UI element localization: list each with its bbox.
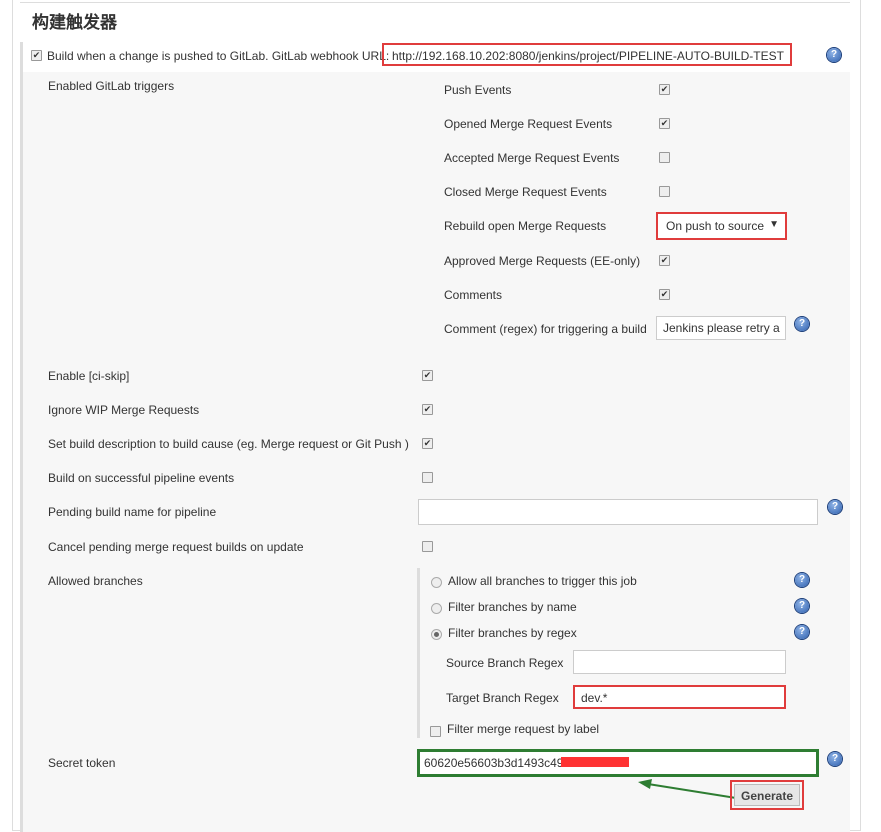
trigger-label: Rebuild open Merge Requests	[444, 219, 607, 233]
divider	[20, 0, 850, 3]
allowed-branches-label: Allowed branches	[48, 574, 143, 588]
generate-button[interactable]: Generate	[734, 784, 800, 806]
help-icon[interactable]: ?	[827, 48, 841, 62]
target-branch-regex-input[interactable]: dev.*	[573, 685, 786, 709]
trigger-checkbox[interactable]: ✔	[659, 289, 670, 300]
target-regex-label: Target Branch Regex	[446, 691, 559, 705]
trigger-label: Comments	[444, 288, 503, 302]
option-label: Set build description to build cause (eg…	[48, 437, 409, 451]
option-label: Pending build name for pipeline	[48, 505, 217, 519]
trigger-label: Accepted Merge Request Events	[444, 151, 620, 165]
trigger-checkbox[interactable]: ✔	[659, 84, 670, 95]
option-checkbox[interactable]: ✔	[422, 404, 433, 415]
option-checkbox[interactable]: ✔	[422, 370, 433, 381]
select-value: On push to source	[666, 219, 765, 233]
help-icon[interactable]: ?	[828, 500, 842, 514]
option-label: Cancel pending merge request builds on u…	[48, 540, 304, 554]
trigger-checkbox[interactable]: ✔	[659, 118, 670, 129]
trigger-label: Closed Merge Request Events	[444, 185, 607, 199]
source-regex-label: Source Branch Regex	[446, 656, 564, 670]
option-checkbox[interactable]	[422, 541, 433, 552]
option-label: Ignore WIP Merge Requests	[48, 403, 200, 417]
filter-label-text: Filter merge request by label	[447, 722, 600, 736]
trigger-options-block	[23, 72, 850, 832]
rebuild-select[interactable]: On push to source ▼	[656, 212, 787, 240]
gitlab-trigger-checkbox[interactable]: ✔	[31, 50, 42, 61]
section-title: 构建触发器	[32, 13, 117, 32]
trigger-checkbox[interactable]: ✔	[659, 255, 670, 266]
enabled-triggers-label: Enabled GitLab triggers	[48, 79, 175, 93]
help-icon[interactable]: ?	[795, 599, 809, 613]
annotation-arrow	[638, 779, 737, 799]
option-label: Build on successful pipeline events	[48, 471, 235, 485]
help-icon[interactable]: ?	[795, 317, 809, 331]
redaction-mark	[561, 757, 629, 767]
option-label: Enable [ci-skip]	[48, 369, 130, 383]
source-branch-regex-input[interactable]	[573, 650, 786, 674]
branches-indent-bar	[417, 568, 420, 738]
branch-filter-radio[interactable]	[431, 629, 442, 640]
radio-label: Filter branches by name	[448, 600, 577, 614]
secret-token-label: Secret token	[48, 756, 116, 770]
option-checkbox[interactable]	[422, 472, 433, 483]
option-checkbox[interactable]: ✔	[422, 438, 433, 449]
trigger-checkbox[interactable]	[659, 152, 670, 163]
radio-label: Allow all branches to trigger this job	[448, 574, 637, 588]
branch-filter-radio[interactable]	[431, 577, 442, 588]
help-icon[interactable]: ?	[795, 573, 809, 587]
secret-token-value: 60620e56603b3d1493c49	[424, 756, 564, 770]
chevron-down-icon: ▼	[769, 219, 779, 230]
webhook-url: http://192.168.10.202:8080/jenkins/proje…	[382, 43, 792, 66]
branch-filter-radio[interactable]	[431, 603, 442, 614]
trigger-label: Opened Merge Request Events	[444, 117, 613, 131]
filter-label-checkbox[interactable]	[430, 726, 441, 737]
trigger-label: Approved Merge Requests (EE-only)	[444, 254, 641, 268]
radio-label: Filter branches by regex	[448, 626, 577, 640]
gitlab-trigger-label: Build when a change is pushed to GitLab.…	[47, 49, 390, 63]
trigger-label: Comment (regex) for triggering a build	[444, 322, 647, 336]
pending-build-name-input[interactable]	[418, 499, 818, 525]
trigger-checkbox[interactable]	[659, 186, 670, 197]
trigger-label: Push Events	[444, 83, 512, 97]
generate-highlight: Generate	[730, 780, 804, 810]
help-icon[interactable]: ?	[828, 752, 842, 766]
help-icon[interactable]: ?	[795, 625, 809, 639]
comment-regex-input[interactable]: Jenkins please retry a	[656, 316, 786, 340]
